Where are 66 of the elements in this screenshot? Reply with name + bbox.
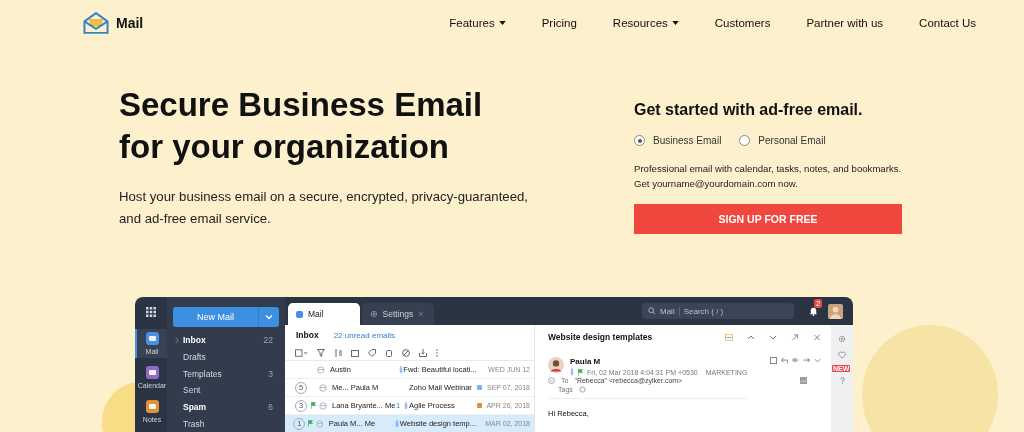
chevron-icon[interactable]: [175, 336, 179, 344]
reply-icon[interactable]: [781, 357, 788, 364]
user-avatar[interactable]: [828, 303, 843, 319]
folder-item[interactable]: Inbox 22: [173, 332, 279, 349]
search-input[interactable]: Search ( / ): [683, 306, 788, 316]
signup-heading: Get started with ad-free email.: [634, 101, 864, 119]
folder-item[interactable]: Sent: [173, 382, 279, 399]
nav-link[interactable]: Partner with us: [806, 17, 884, 29]
caret-icon: [498, 21, 506, 25]
nav-link[interactable]: Customers: [714, 17, 771, 29]
unread-link[interactable]: 22 unread emails: [333, 330, 396, 340]
folder-icon[interactable]: [351, 348, 359, 357]
flag-icon[interactable]: [310, 402, 316, 409]
nav-link[interactable]: Resources: [612, 17, 679, 29]
block-icon[interactable]: [402, 348, 410, 357]
search-scope[interactable]: Mail: [660, 306, 675, 316]
signup-button[interactable]: SIGN UP FOR FREE: [634, 204, 902, 234]
expand-details-icon[interactable]: [548, 377, 555, 384]
previous-icon[interactable]: [747, 333, 755, 341]
next-icon[interactable]: [769, 333, 777, 341]
template-icon[interactable]: [725, 333, 733, 341]
nav-link[interactable]: Features: [449, 17, 506, 29]
flag-icon[interactable]: [578, 368, 583, 376]
select-checkbox-icon[interactable]: [295, 348, 308, 357]
image-icon[interactable]: [800, 377, 807, 384]
search-field[interactable]: Mail Search ( / ): [642, 303, 794, 319]
folder-item[interactable]: Trash: [173, 415, 279, 432]
hero-description: Host your business email on a secure, encrypted, privacy-guaranteed, and ad-free email service.: [119, 188, 530, 228]
close-icon[interactable]: [418, 311, 424, 317]
help-icon[interactable]: [839, 377, 845, 385]
folder-item[interactable]: Templates 3: [173, 365, 279, 383]
mail-icon: [296, 310, 303, 318]
app-grid-icon[interactable]: [146, 307, 156, 317]
list-title: Inbox: [296, 330, 319, 340]
radio-button[interactable]: [634, 135, 645, 146]
nav-link[interactable]: Contact Us: [919, 17, 976, 29]
app-tab[interactable]: Mail: [288, 303, 360, 325]
forward-icon[interactable]: [803, 357, 810, 364]
hero-title: Secure Business Email for your organization: [119, 85, 484, 167]
nav-link[interactable]: Pricing: [541, 17, 577, 29]
tag-icon[interactable]: [368, 348, 376, 357]
flag-icon[interactable]: [308, 420, 314, 427]
envelope-logo-icon: [82, 10, 110, 36]
logo-text[interactable]: Mail: [116, 15, 144, 31]
settings-icon[interactable]: [838, 335, 846, 343]
search-icon[interactable]: [648, 307, 656, 315]
radio-label[interactable]: Personal Email: [758, 135, 826, 146]
email-subject-heading: Website design templates: [548, 332, 654, 342]
filter-icon[interactable]: [317, 348, 325, 357]
sender-name: Paula M: [570, 357, 602, 366]
sender-avatar: [548, 357, 564, 373]
archive-icon[interactable]: [419, 348, 427, 357]
reply-all-icon[interactable]: [792, 357, 799, 364]
expand-icon[interactable]: [791, 333, 799, 341]
gear-icon: [370, 310, 378, 318]
heart-icon[interactable]: [838, 351, 846, 359]
app-tab[interactable]: Settings: [362, 303, 434, 325]
caret-icon: [671, 21, 679, 25]
folder-item[interactable]: Spam 6: [173, 398, 279, 416]
caret-icon[interactable]: [814, 357, 821, 364]
radio-label[interactable]: Business Email: [653, 135, 722, 146]
notification-bell-icon[interactable]: [809, 306, 818, 316]
signup-description: Professional email with calendar, tasks, notes, and bookmarks. Get yourname@yourdomain.com now.: [634, 162, 903, 191]
folder-item[interactable]: Drafts: [173, 348, 279, 366]
radio-button[interactable]: [739, 135, 751, 146]
close-icon[interactable]: [813, 333, 821, 341]
